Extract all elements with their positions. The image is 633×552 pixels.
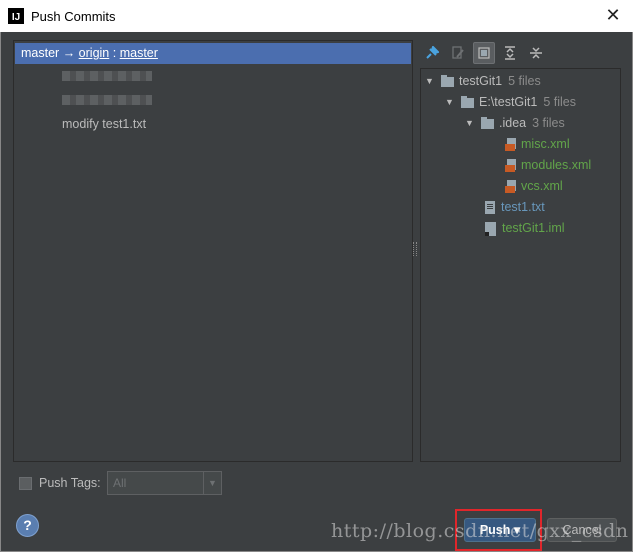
tree-node-idea[interactable]: ▼ .idea 3 files (465, 113, 565, 134)
push-button[interactable]: Push ▾ (464, 518, 536, 542)
file-name: modules.xml (521, 158, 592, 172)
local-branch: master (21, 46, 60, 60)
remote-branch-link[interactable]: master (120, 46, 158, 60)
collapse-all-icon[interactable] (525, 42, 547, 64)
commit-row[interactable]: modify test1.txt (62, 117, 146, 131)
push-button-label: Push (479, 523, 511, 537)
xml-file-icon (505, 179, 517, 194)
tree-toolbar (421, 42, 547, 66)
branch-separator: : (112, 46, 117, 60)
tags-select-value: All (113, 476, 127, 490)
push-dropdown-icon: ▾ (513, 523, 521, 537)
file-count: 3 files (532, 116, 565, 130)
cancel-button[interactable]: Cancel (547, 518, 617, 542)
file-count: 5 files (543, 95, 577, 109)
help-button[interactable]: ? (16, 514, 39, 537)
text-file-icon (485, 201, 495, 214)
file-name: testGit1.iml (502, 221, 565, 235)
expand-arrow-icon[interactable]: ▼ (425, 71, 435, 92)
expand-arrow-icon[interactable]: ▼ (465, 113, 475, 134)
file-name: misc.xml (521, 137, 570, 151)
panel-splitter[interactable] (413, 242, 417, 256)
pin-icon[interactable] (421, 42, 443, 64)
folder-icon (481, 116, 494, 129)
file-name: vcs.xml (521, 179, 563, 193)
changed-files-tree: ▼ testGit1 5 files ▼ E:\testGit1 5 files… (420, 68, 621, 462)
tree-node-root[interactable]: ▼ testGit1 5 files (425, 71, 541, 92)
xml-file-icon (505, 158, 517, 173)
chevron-down-icon: ▼ (203, 472, 221, 494)
push-tags-label: Push Tags: (39, 476, 101, 490)
edit-source-icon[interactable] (447, 42, 469, 64)
expand-arrow-icon[interactable]: ▼ (445, 92, 455, 113)
tree-file-test1[interactable]: test1.txt (485, 197, 545, 218)
folder-icon (461, 95, 474, 108)
tree-node-module[interactable]: ▼ E:\testGit1 5 files (445, 92, 576, 113)
xml-file-icon (505, 137, 517, 152)
tree-file-iml[interactable]: testGit1.iml (485, 218, 565, 239)
tree-node-label: testGit1 (459, 74, 503, 88)
tree-file-vcs[interactable]: vcs.xml (505, 176, 563, 197)
file-name: test1.txt (501, 200, 545, 214)
window-title: Push Commits (31, 9, 116, 24)
push-tags-option[interactable]: Push Tags: (19, 476, 101, 490)
tags-select[interactable]: All ▼ (107, 471, 222, 495)
repository-folder-icon (441, 74, 454, 87)
expand-all-icon[interactable] (499, 42, 521, 64)
tree-file-modules[interactable]: modules.xml (505, 155, 591, 176)
branch-row[interactable]: master → origin : master (15, 43, 411, 64)
commits-panel: master → origin : master modify test1.tx… (13, 40, 413, 462)
tree-file-misc[interactable]: misc.xml (505, 134, 570, 155)
branch-arrow: → (62, 46, 76, 60)
push-tags-checkbox[interactable] (19, 476, 32, 490)
tree-node-label: .idea (499, 116, 527, 130)
redacted-commit-row (62, 71, 152, 81)
remote-name-link[interactable]: origin (79, 46, 110, 60)
file-count: 5 files (508, 74, 541, 88)
module-file-icon (485, 221, 496, 236)
title-bar: IJ Push Commits ✕ (0, 0, 633, 32)
close-icon[interactable]: ✕ (603, 6, 623, 26)
redacted-commit-row (62, 95, 152, 105)
tree-node-label: E:\testGit1 (479, 95, 538, 109)
intellij-app-icon: IJ (8, 8, 24, 24)
dialog-body: master → origin : master modify test1.tx… (0, 32, 633, 552)
group-by-module-icon[interactable] (473, 42, 495, 64)
